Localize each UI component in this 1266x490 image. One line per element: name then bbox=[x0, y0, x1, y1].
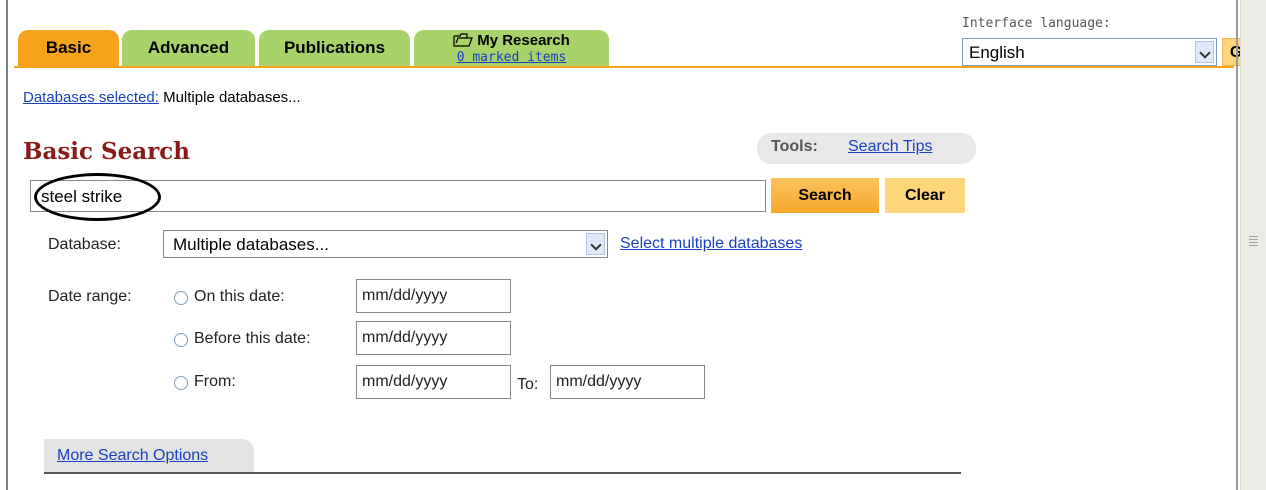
before-this-date-label: Before this date: bbox=[194, 330, 311, 347]
radio-from[interactable] bbox=[174, 376, 188, 390]
tools-box: Tools: Search Tips bbox=[757, 133, 976, 164]
to-label: To: bbox=[517, 376, 539, 393]
clear-button[interactable]: Clear bbox=[885, 178, 965, 213]
from-date-value: mm/dd/yyyy bbox=[362, 373, 448, 390]
tab-publications-label: Publications bbox=[283, 38, 386, 57]
date-range-label: Date range: bbox=[48, 288, 132, 305]
tools-label: Tools: bbox=[771, 138, 818, 155]
from-date-field[interactable]: mm/dd/yyyy bbox=[356, 365, 511, 399]
tab-publications[interactable]: Publications bbox=[259, 30, 410, 66]
before-this-date-field[interactable]: mm/dd/yyyy bbox=[356, 321, 511, 355]
select-multiple-databases-link[interactable]: Select multiple databases bbox=[620, 235, 802, 253]
highlight-oval bbox=[34, 173, 161, 221]
radio-before-this-date[interactable] bbox=[174, 333, 188, 347]
tab-advanced[interactable]: Advanced bbox=[122, 30, 255, 66]
search-tips-link[interactable]: Search Tips bbox=[848, 138, 932, 156]
folder-icon bbox=[453, 33, 474, 51]
on-this-date-field[interactable]: mm/dd/yyyy bbox=[356, 279, 511, 313]
on-this-date-value: mm/dd/yyyy bbox=[362, 287, 448, 304]
on-this-date-label: On this date: bbox=[194, 288, 285, 305]
from-label: From: bbox=[194, 373, 236, 390]
search-button[interactable]: Search bbox=[771, 178, 879, 213]
databases-selected-line: Databases selected: Multiple databases..… bbox=[23, 89, 301, 106]
tab-my-research-label: My Research bbox=[477, 32, 570, 49]
tab-advanced-label: Advanced bbox=[147, 38, 230, 57]
chevron-down-icon[interactable] bbox=[1195, 41, 1214, 63]
databases-selected-value: Multiple databases... bbox=[163, 89, 301, 106]
page-left-border bbox=[6, 0, 8, 490]
tab-my-research[interactable]: My Research 0 marked items bbox=[414, 30, 609, 66]
database-select[interactable]: Multiple databases... bbox=[163, 230, 608, 258]
radio-on-this-date[interactable] bbox=[174, 291, 188, 305]
database-select-value: Multiple databases... bbox=[173, 235, 329, 254]
interface-language-label: Interface language: bbox=[962, 16, 1111, 31]
to-date-value: mm/dd/yyyy bbox=[556, 373, 642, 390]
tab-basic[interactable]: Basic bbox=[18, 30, 119, 66]
more-search-options-link[interactable]: More Search Options bbox=[57, 447, 208, 465]
page-title: Basic Search bbox=[23, 138, 191, 165]
databases-selected-link[interactable]: Databases selected: bbox=[23, 89, 159, 106]
interface-language-value: English bbox=[969, 43, 1025, 62]
more-search-options-tab[interactable]: More Search Options bbox=[44, 439, 254, 472]
more-options-divider bbox=[44, 472, 961, 474]
interface-language-select[interactable]: English bbox=[962, 38, 1217, 66]
scroll-grip-icon[interactable] bbox=[1249, 236, 1258, 246]
vertical-scrollbar[interactable] bbox=[1240, 0, 1266, 490]
tab-bar-underline bbox=[14, 66, 1234, 68]
marked-items-link[interactable]: 0 marked items bbox=[414, 51, 609, 65]
frame-divider bbox=[1236, 0, 1238, 490]
chevron-down-icon[interactable] bbox=[586, 233, 605, 255]
to-date-field[interactable]: mm/dd/yyyy bbox=[550, 365, 705, 399]
before-this-date-value: mm/dd/yyyy bbox=[362, 329, 448, 346]
tab-basic-label: Basic bbox=[45, 38, 92, 57]
database-label: Database: bbox=[48, 236, 121, 253]
